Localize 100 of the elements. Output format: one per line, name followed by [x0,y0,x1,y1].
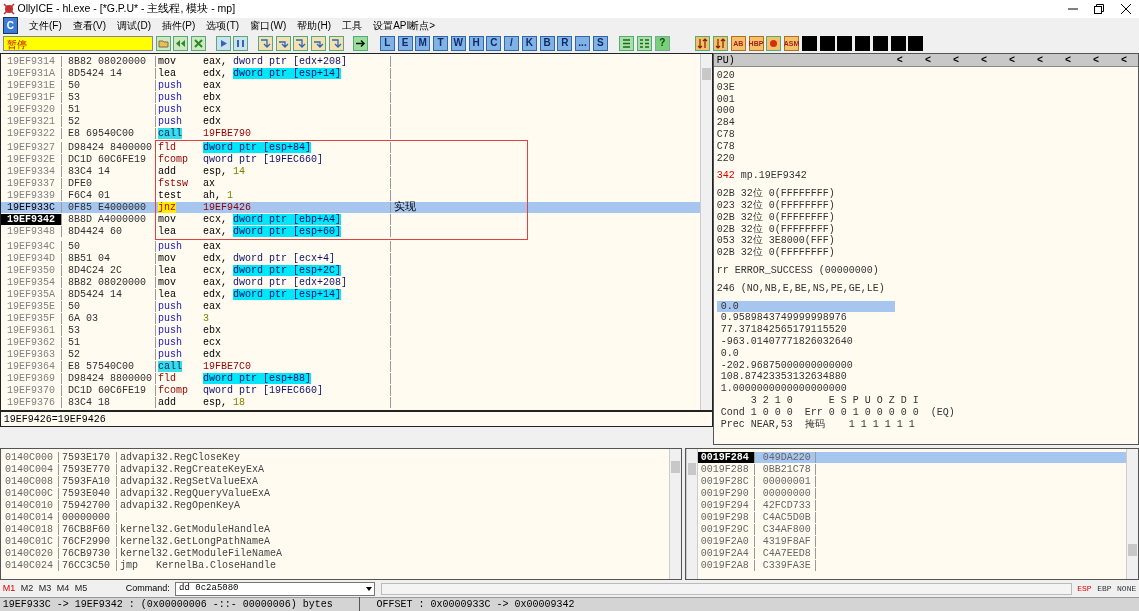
scrollbar[interactable] [1126,449,1138,580]
window-button[interactable]: ... [575,35,590,51]
window-button[interactable]: M [415,35,431,51]
code-row[interactable]: 19EF935E 50 push eax [1,301,700,313]
memory-tab[interactable]: M1 [2,581,16,596]
window-button[interactable]: R [557,35,573,51]
collapse-button[interactable]: < [1008,54,1015,68]
code-row[interactable]: 19EF935A 8D5424 14 lea edx, dword ptr [esp+14] [1,289,700,301]
fpu-register[interactable]: 1.0000000000000000000 [716,383,895,395]
stack-row[interactable]: 0019F290 00000000 [697,487,1126,499]
trace-over-icon[interactable] [311,35,326,51]
code-row[interactable]: 19EF9362 51 push ecx [1,337,700,349]
code-row[interactable]: 19EF931E 50 push eax [1,80,700,92]
help-button[interactable]: ? [654,35,670,51]
play-icon[interactable] [215,35,231,51]
code-row[interactable]: 19EF9314 8B82 08020000 mov eax, dword ptr [edx+208] [1,56,700,68]
stack-mode-button[interactable]: NONE [1117,582,1137,595]
code-row[interactable]: 19EF9327 D98424 8400000 fld dword ptr [esp+84] [1,142,700,154]
window-button[interactable]: B [539,35,555,51]
menu-item[interactable]: 窗口(W) [250,17,287,33]
stack-row[interactable]: 0019F29C C34AF800 [697,523,1126,535]
code-row[interactable]: 19EF934C 50 push eax [1,241,700,253]
code-row[interactable]: 19EF9339 F6C4 01 test ah, 1 [1,190,700,202]
code-row[interactable]: 19EF9354 8B82 08020000 mov eax, dword ptr [edx+208] [1,277,700,289]
fpu-register[interactable]: 0.0 [716,347,895,360]
code-row[interactable]: 19EF9334 83C4 14 add esp, 14 [1,166,700,178]
blank-tool-icon[interactable] [908,35,924,51]
blank-tool-icon[interactable] [890,35,906,51]
stack-row[interactable]: 0019F298 C4AC5D0B [697,511,1126,523]
scrollbar[interactable] [669,449,681,580]
code-row[interactable]: 19EF9342 8B8D A4000000 mov ecx, dword ptr [ebp+A4] [1,214,700,226]
step-over-icon[interactable] [275,35,291,51]
collapse-button[interactable]: < [952,54,959,68]
rewind-icon[interactable] [173,35,189,51]
menu-item[interactable]: 工具 [342,17,363,33]
menu-item[interactable]: 选项(T) [206,17,240,33]
trace-into-icon[interactable] [293,35,309,51]
memory-tab[interactable]: M3 [38,581,52,596]
blank-tool-icon[interactable] [801,35,817,51]
memory-tab[interactable]: M5 [74,581,88,596]
step-into-icon[interactable] [257,35,273,51]
blank-tool-icon[interactable] [837,35,853,51]
stack-row[interactable]: 0019F284 049DA220 [697,451,1126,463]
collapse-button[interactable]: < [896,54,903,68]
pause-icon[interactable] [233,35,249,51]
code-row[interactable]: 19EF9350 8D4C24 2C lea ecx, dword ptr [esp+2C] [1,265,700,277]
run-to-return-icon[interactable] [328,35,344,51]
menu-item[interactable]: 调试(D) [117,17,151,33]
list-icon[interactable] [619,35,635,51]
go-to-icon[interactable] [353,35,369,51]
window-button[interactable]: T [433,35,448,51]
fpu-register[interactable]: 0.9589843749999998976 [716,312,895,325]
command-field[interactable]: dd 0c2a5080 [175,581,376,596]
grid-icon[interactable] [637,35,652,51]
window-button[interactable]: H [468,35,484,51]
code-row[interactable]: 19EF9348 8D4424 60 lea eax, dword ptr [esp+60] [1,226,700,238]
scrollbar[interactable] [700,54,712,411]
menu-item[interactable]: 文件(F) [29,17,62,33]
stack-row[interactable]: 0019F2A8 C339FA3E [697,559,1126,571]
code-row[interactable]: 19EF9363 52 push edx [1,349,700,361]
fpu-register[interactable]: -202.96875000000000000 [716,359,895,372]
restore-icon[interactable] [1094,3,1105,14]
fpu-register[interactable]: -963.01407771826032640 [716,336,895,348]
arrows-icon[interactable] [695,35,711,51]
code-row[interactable]: 19EF931F 53 push ebx [1,92,700,104]
code-row[interactable]: 19EF935F 6A 03 push 3 [1,313,700,325]
menu-item[interactable]: 查看(V) [72,17,107,33]
stack-row[interactable]: 0019F288 0BB21C78 [697,463,1126,475]
stack-row[interactable]: 0019F28C 00000001 [697,475,1126,487]
collapse-button[interactable]: < [1036,54,1043,68]
blank-tool-icon[interactable] [819,35,835,51]
window-button[interactable]: L [379,35,395,51]
stack-mode-button[interactable]: EBP [1097,582,1112,595]
menu-item[interactable]: 插件(P) [162,17,196,33]
code-row[interactable]: 19EF932E DC1D 60C6FE19 fcomp qword ptr [19FEC660] [1,154,700,166]
code-row[interactable]: 19EF931A 8D5424 14 lea edx, dword ptr [esp+14] [1,68,700,80]
window-button[interactable]: E [397,35,413,51]
code-row[interactable]: 19EF9370 DC1D 60C6FE19 fcomp qword ptr [19FEC660] [1,385,700,397]
fpu-register[interactable]: 0.0 [716,300,895,313]
scrollbar[interactable] [685,449,698,580]
code-row[interactable]: 19EF933C 0F85 E4000000 jnz 19EF9426 实现 [1,202,700,214]
code-row[interactable]: 19EF9337 DFE0 fstsw ax [1,178,700,190]
code-row[interactable]: 19EF9320 51 push ecx [1,104,700,116]
code-row[interactable]: 19EF9364 E8 57540C00 call 19FBE7C0 [1,361,700,373]
window-button[interactable]: S [592,35,608,51]
blank-tool-icon[interactable] [872,35,888,51]
close-icon[interactable] [1120,3,1131,14]
stack-row[interactable]: 0019F2A0 4319F8AF [697,535,1126,547]
code-row[interactable]: 19EF9361 53 push ebx [1,325,700,337]
collapse-button[interactable]: < [1092,54,1099,68]
target-icon[interactable] [766,35,782,51]
code-row[interactable]: 19EF934D 8B51 04 mov edx, dword ptr [ecx+4] [1,253,700,265]
fpu-register[interactable]: 77.371842565179115520 [716,324,895,336]
window-button[interactable]: W [450,35,466,51]
memory-tab[interactable]: M4 [56,581,70,596]
stack-mode-button[interactable]: ESP [1077,582,1092,595]
arrows-icon[interactable] [713,35,728,51]
memory-tab[interactable]: M2 [20,581,34,596]
fpu-register[interactable]: 108.87423353132634880 [716,371,895,384]
code-row[interactable]: 19EF9322 E8 69540C00 call 19FBE790 [1,128,700,140]
